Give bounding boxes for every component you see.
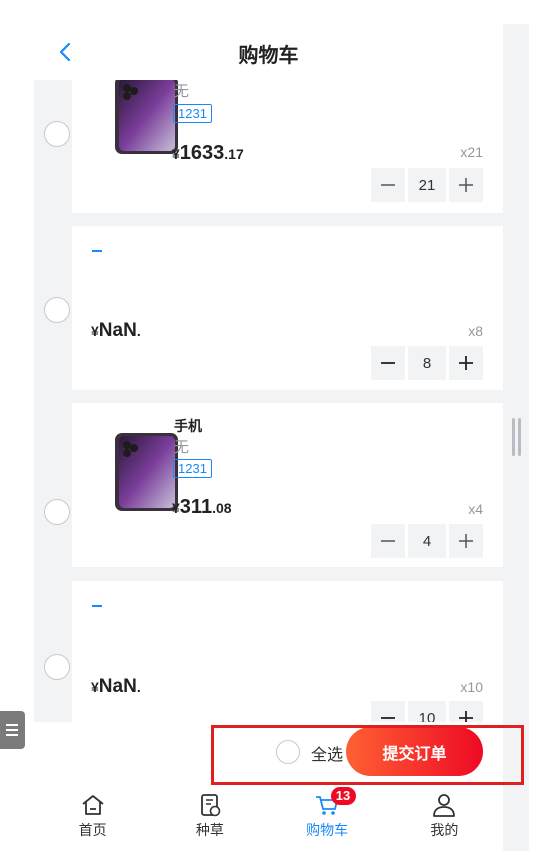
quantity-stepper[interactable]: 8 bbox=[371, 346, 483, 380]
tab-label: 种草 bbox=[195, 822, 224, 838]
menu-icon bbox=[5, 724, 18, 736]
note-icon bbox=[200, 794, 221, 817]
product-tag: 1231 bbox=[173, 459, 212, 478]
home-icon bbox=[82, 795, 104, 815]
cart-count-badge: 13 bbox=[330, 787, 356, 805]
item-checkbox[interactable] bbox=[44, 499, 70, 525]
item-price: ¥NaN. bbox=[91, 676, 141, 697]
minus-icon bbox=[381, 540, 395, 542]
product-image bbox=[115, 433, 178, 511]
select-all-label[interactable]: 全选 bbox=[311, 741, 343, 765]
item-quantity-label: x4 bbox=[468, 501, 483, 517]
tab-home[interactable]: 首页 bbox=[34, 784, 151, 851]
quantity-value[interactable]: 8 bbox=[408, 346, 446, 380]
tab-cart[interactable]: 13 购物车 bbox=[269, 784, 386, 851]
tab-label: 购物车 bbox=[306, 822, 349, 838]
empty-spec-indicator bbox=[92, 605, 102, 607]
cart-list: 无 1231 ¥1633.17 x21 21 ¥NaN. x8 8 手机 无 1… bbox=[34, 80, 503, 745]
increase-button[interactable] bbox=[449, 168, 483, 202]
product-spec: 无 bbox=[174, 439, 190, 456]
product-name: 手机 bbox=[174, 418, 202, 434]
minus-icon bbox=[381, 184, 395, 186]
nav-bar: 购物车 bbox=[34, 24, 503, 80]
cart-item: 手机 无 1231 ¥311.08 x4 4 bbox=[34, 403, 503, 567]
tab-profile[interactable]: 我的 bbox=[386, 784, 503, 851]
product-tag: 1231 bbox=[173, 104, 212, 123]
quantity-value[interactable]: 4 bbox=[408, 524, 446, 558]
submit-order-button[interactable]: 提交订单 bbox=[346, 727, 483, 776]
floating-menu-button[interactable] bbox=[0, 711, 25, 749]
increase-button[interactable] bbox=[449, 524, 483, 558]
cart-app: 购物车 无 1231 ¥1633.17 x21 21 ¥NaN. x8 8 手机… bbox=[34, 24, 503, 851]
tab-notes[interactable]: 种草 bbox=[151, 784, 268, 851]
product-image bbox=[115, 80, 178, 154]
cart-item: ¥NaN. x10 10 bbox=[34, 581, 503, 745]
plus-icon bbox=[459, 356, 473, 370]
plus-icon bbox=[459, 534, 473, 548]
tab-label: 我的 bbox=[430, 822, 459, 838]
resize-handle[interactable] bbox=[512, 418, 521, 456]
minus-icon bbox=[381, 362, 395, 364]
item-checkbox[interactable] bbox=[44, 121, 70, 147]
tab-bar: 首页 种草 13 购物车 我的 bbox=[34, 784, 503, 851]
user-icon bbox=[433, 794, 456, 817]
decrease-button[interactable] bbox=[371, 346, 405, 380]
page: 购物车 无 1231 ¥1633.17 x21 21 ¥NaN. x8 8 手机… bbox=[0, 0, 540, 851]
cart-item: 无 1231 ¥1633.17 x21 21 bbox=[34, 80, 503, 213]
decrease-button[interactable] bbox=[371, 168, 405, 202]
plus-icon bbox=[459, 178, 473, 192]
quantity-stepper[interactable]: 21 bbox=[371, 168, 483, 202]
right-margin bbox=[503, 24, 540, 851]
submit-bar: 全选 提交订单 bbox=[34, 722, 503, 784]
page-title: 购物车 bbox=[238, 45, 299, 67]
item-price: ¥1633.17 bbox=[172, 142, 244, 164]
product-spec: 无 bbox=[174, 83, 190, 100]
item-quantity-label: x21 bbox=[460, 144, 483, 160]
item-quantity-label: x10 bbox=[460, 679, 483, 695]
tab-label: 首页 bbox=[78, 822, 107, 838]
decrease-button[interactable] bbox=[371, 524, 405, 558]
item-quantity-label: x8 bbox=[468, 323, 483, 339]
item-checkbox[interactable] bbox=[44, 654, 70, 680]
item-price: ¥311.08 bbox=[172, 496, 232, 518]
item-checkbox[interactable] bbox=[44, 297, 70, 323]
increase-button[interactable] bbox=[449, 346, 483, 380]
empty-spec-indicator bbox=[92, 250, 102, 252]
cart-item: ¥NaN. x8 8 bbox=[34, 226, 503, 390]
quantity-stepper[interactable]: 4 bbox=[371, 524, 483, 558]
select-all-checkbox[interactable] bbox=[276, 740, 300, 764]
item-price: ¥NaN. bbox=[91, 320, 141, 341]
quantity-value[interactable]: 21 bbox=[408, 168, 446, 202]
